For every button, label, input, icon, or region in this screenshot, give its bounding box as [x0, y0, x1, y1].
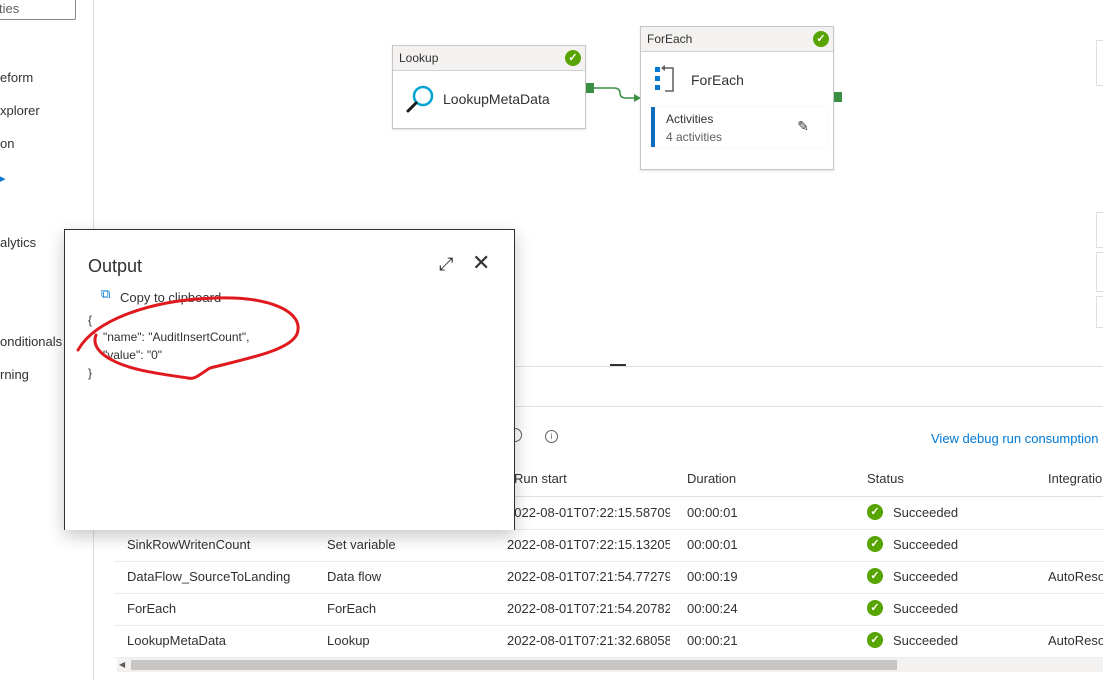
check-icon: ✓	[867, 504, 883, 520]
foreach-node-type: ForEach	[647, 32, 693, 46]
row-run-start: 2022-08-01T07:21:54.20782	[507, 601, 670, 616]
lookup-output-port[interactable]	[586, 83, 594, 93]
row-status: Succeeded	[893, 633, 959, 648]
copy-icon[interactable]: ⧉	[101, 286, 110, 302]
row-activity-type: Data flow	[327, 569, 382, 584]
check-icon: ✓	[813, 31, 829, 47]
expand-icon[interactable]: ⤢	[439, 254, 453, 275]
check-icon: ✓	[867, 600, 883, 616]
check-icon: ✓	[867, 632, 883, 648]
row-activity-name: DataFlow_SourceToLanding	[127, 569, 291, 584]
column-header-duration[interactable]: Duration	[687, 471, 736, 486]
row-duration: 00:00:19	[687, 569, 738, 584]
scrollbar-thumb[interactable]	[131, 660, 897, 670]
canvas-toolbar-edge[interactable]	[1096, 296, 1103, 328]
foreach-activity-node[interactable]: ForEach ✓ ForEach Activities 4 activitie…	[640, 26, 834, 170]
lookup-node-type: Lookup	[399, 51, 439, 65]
output-dialog-title: Output	[88, 256, 143, 276]
table-row[interactable]: LookupMetaData Lookup 2022-08-01T07:21:3…	[114, 625, 1103, 658]
sidebar-item-explorer[interactable]: xplorer	[0, 103, 40, 118]
row-run-start: 2022-08-01T07:22:15.58709	[507, 505, 670, 520]
splitter-handle[interactable]	[610, 364, 626, 366]
canvas-toolbar-edge[interactable]	[1096, 212, 1103, 248]
foreach-icon	[655, 65, 674, 92]
check-icon: ✓	[867, 536, 883, 552]
row-duration: 00:00:24	[687, 601, 738, 616]
row-activity-type: Lookup	[327, 633, 370, 648]
sidebar-item-conditionals[interactable]: onditionals	[0, 334, 62, 349]
row-duration: 00:00:01	[687, 537, 738, 552]
row-run-start: 2022-08-01T07:22:15.13205	[507, 537, 670, 552]
row-duration: 00:00:21	[687, 633, 738, 648]
json-line: {	[88, 313, 93, 327]
check-icon: ✓	[867, 568, 883, 584]
copy-to-clipboard-button[interactable]: Copy to clipboard	[120, 290, 221, 305]
canvas-toolbar-edge[interactable]	[1096, 40, 1103, 86]
sidebar-marker: ▸	[0, 173, 6, 185]
sidebar-item-on[interactable]: on	[0, 136, 14, 151]
row-status: Succeeded	[893, 537, 959, 552]
close-icon[interactable]: ✕	[472, 250, 490, 276]
row-integration-runtime: AutoReso	[1048, 633, 1103, 648]
row-integration-runtime: AutoReso	[1048, 569, 1103, 584]
lookup-node-header: Lookup ✓	[393, 46, 585, 71]
lookup-activity-node[interactable]: Lookup ✓ LookupMetaData	[392, 45, 586, 129]
row-run-start: 2022-08-01T07:21:54.77279	[507, 569, 670, 584]
row-activity-type: ForEach	[327, 601, 377, 616]
search-icon	[406, 85, 434, 113]
info-icon[interactable]: i	[545, 430, 558, 443]
row-status: Succeeded	[893, 601, 959, 616]
row-activity-name: SinkRowWritenCount	[127, 537, 251, 552]
row-activity-type: Set variable	[327, 537, 396, 552]
table-row[interactable]: DataFlow_SourceToLanding Data flow 2022-…	[114, 561, 1103, 594]
sidebar-item-learning[interactable]: rning	[0, 367, 29, 382]
foreach-node-header: ForEach ✓	[641, 27, 833, 52]
row-activity-name: ForEach	[127, 601, 177, 616]
horizontal-scrollbar[interactable]: ◀	[117, 658, 1103, 672]
sidebar-search-input[interactable]: ties	[0, 0, 76, 20]
table-row[interactable]: SinkRowWritenCount Set variable 2022-08-…	[114, 529, 1103, 562]
sidebar-item-transform[interactable]: eform	[0, 70, 33, 85]
activities-label: Activities	[666, 112, 714, 126]
row-duration: 00:00:01	[687, 505, 738, 520]
row-status: Succeeded	[893, 569, 959, 584]
foreach-output-port[interactable]	[834, 92, 842, 102]
json-line: }	[88, 366, 93, 380]
column-header-status[interactable]: Status	[867, 471, 904, 486]
row-status: Succeeded	[893, 505, 959, 520]
column-header-integration[interactable]: Integratio	[1048, 471, 1102, 486]
json-line: "value": "0"	[103, 348, 163, 362]
foreach-activities-panel[interactable]: Activities 4 activities ✎	[651, 107, 827, 147]
foreach-node-title: ForEach	[691, 72, 744, 88]
scroll-left-arrow-icon[interactable]: ◀	[119, 660, 125, 669]
json-line: "name": "AuditInsertCount",	[103, 330, 250, 344]
check-icon: ✓	[565, 50, 581, 66]
canvas-toolbar-edge[interactable]	[1096, 252, 1103, 292]
sidebar-item-analytics[interactable]: alytics	[0, 235, 36, 250]
pencil-icon[interactable]: ✎	[797, 118, 809, 135]
column-header-run-start[interactable]: Run start	[514, 471, 567, 486]
table-row[interactable]: ForEach ForEach 2022-08-01T07:21:54.2078…	[114, 593, 1103, 626]
activities-count: 4 activities	[666, 130, 723, 144]
lookup-node-title: LookupMetaData	[443, 91, 550, 107]
output-dialog: Output ⤢ ✕ ⧉ Copy to clipboard { "name":…	[64, 229, 515, 530]
row-run-start: 2022-08-01T07:21:32.68058	[507, 633, 670, 648]
row-activity-name: LookupMetaData	[127, 633, 227, 648]
view-debug-run-consumption-link[interactable]: View debug run consumption	[931, 431, 1098, 446]
connector-arrow	[594, 87, 641, 102]
